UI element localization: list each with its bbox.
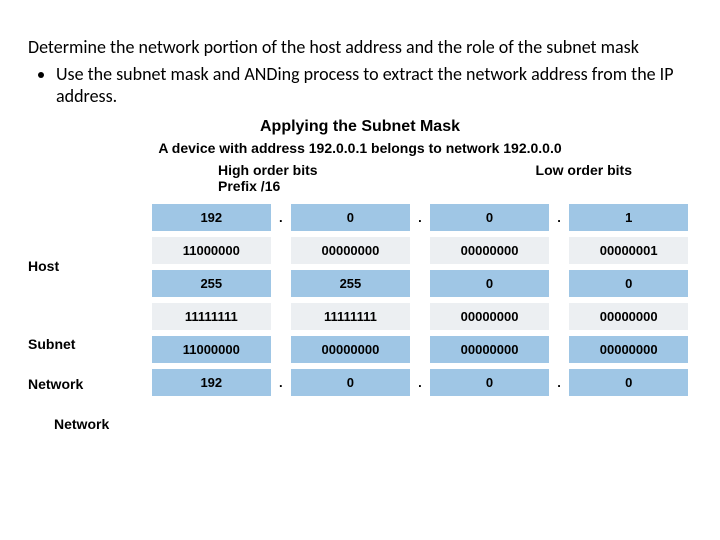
low-order-label: Low order bits xyxy=(536,162,632,194)
octet-cell: 255 xyxy=(152,270,271,297)
octet-cell: 0 xyxy=(291,369,410,396)
octet-cell: 0 xyxy=(430,204,549,231)
octet-cell: 0 xyxy=(569,369,688,396)
octet-cell: 11111111 xyxy=(291,303,410,330)
octet-cell: 0 xyxy=(430,369,549,396)
side-label-host: Host xyxy=(28,258,138,274)
diagram-table-wrap: Host Subnet Network Network 192.0.0.1110… xyxy=(28,198,692,402)
table-row: 11000000 00000000 00000000 00000001 xyxy=(152,237,688,264)
octet-cell: 11000000 xyxy=(152,237,271,264)
dot-separator: . xyxy=(275,204,288,231)
octet-cell: 00000000 xyxy=(569,336,688,363)
side-label-subnet: Subnet xyxy=(28,336,138,352)
octet-cell: 00000000 xyxy=(430,237,549,264)
octet-cell: 0 xyxy=(291,204,410,231)
octet-cell: 00000000 xyxy=(291,336,410,363)
bits-labels-row: High order bits Prefix /16 Low order bit… xyxy=(28,162,692,194)
dot-separator: . xyxy=(414,204,427,231)
high-order-line2: Prefix /16 xyxy=(218,178,318,194)
dot-separator xyxy=(275,303,288,330)
dot-separator xyxy=(553,303,566,330)
octet-cell: 00000000 xyxy=(569,303,688,330)
table-row: 192.0.0.0 xyxy=(152,369,688,396)
dot-separator: . xyxy=(414,369,427,396)
octet-cell: 00000000 xyxy=(430,303,549,330)
bullet-item: Use the subnet mask and ANDing process t… xyxy=(56,63,692,108)
octet-cell: 1 xyxy=(569,204,688,231)
dot-separator: . xyxy=(553,204,566,231)
bullet-list: Use the subnet mask and ANDing process t… xyxy=(28,63,692,108)
side-label-network2: Network xyxy=(54,416,164,432)
dot-separator xyxy=(553,237,566,264)
dot-separator xyxy=(553,270,566,297)
octet-table: 192.0.0.11100000000000000000000000000000… xyxy=(148,198,692,402)
high-order-line1: High order bits xyxy=(218,162,318,178)
dot-separator: . xyxy=(553,369,566,396)
dot-separator xyxy=(414,270,427,297)
diagram-subtitle: A device with address 192.0.0.1 belongs … xyxy=(28,140,692,156)
dot-separator xyxy=(414,237,427,264)
dot-separator xyxy=(275,270,288,297)
dot-separator xyxy=(414,336,427,363)
octet-cell: 00000000 xyxy=(430,336,549,363)
octet-cell: 00000001 xyxy=(569,237,688,264)
high-order-label: High order bits Prefix /16 xyxy=(218,162,318,194)
dot-separator xyxy=(275,336,288,363)
octet-cell: 0 xyxy=(569,270,688,297)
table-row: 11111111 11111111 00000000 00000000 xyxy=(152,303,688,330)
side-label-network1: Network xyxy=(28,376,138,392)
octet-cell: 192 xyxy=(152,369,271,396)
dot-separator xyxy=(414,303,427,330)
diagram-title: Applying the Subnet Mask xyxy=(28,118,692,136)
heading-text: Determine the network portion of the hos… xyxy=(28,36,692,59)
octet-cell: 0 xyxy=(430,270,549,297)
dot-separator xyxy=(275,237,288,264)
dot-separator xyxy=(553,336,566,363)
octet-cell: 11111111 xyxy=(152,303,271,330)
dot-separator: . xyxy=(275,369,288,396)
octet-cell: 192 xyxy=(152,204,271,231)
table-row: 192.0.0.1 xyxy=(152,204,688,231)
octet-cell: 11000000 xyxy=(152,336,271,363)
table-row: 255 255 00 xyxy=(152,270,688,297)
octet-cell: 00000000 xyxy=(291,237,410,264)
octet-cell: 255 xyxy=(291,270,410,297)
table-row: 11000000 00000000 00000000 00000000 xyxy=(152,336,688,363)
